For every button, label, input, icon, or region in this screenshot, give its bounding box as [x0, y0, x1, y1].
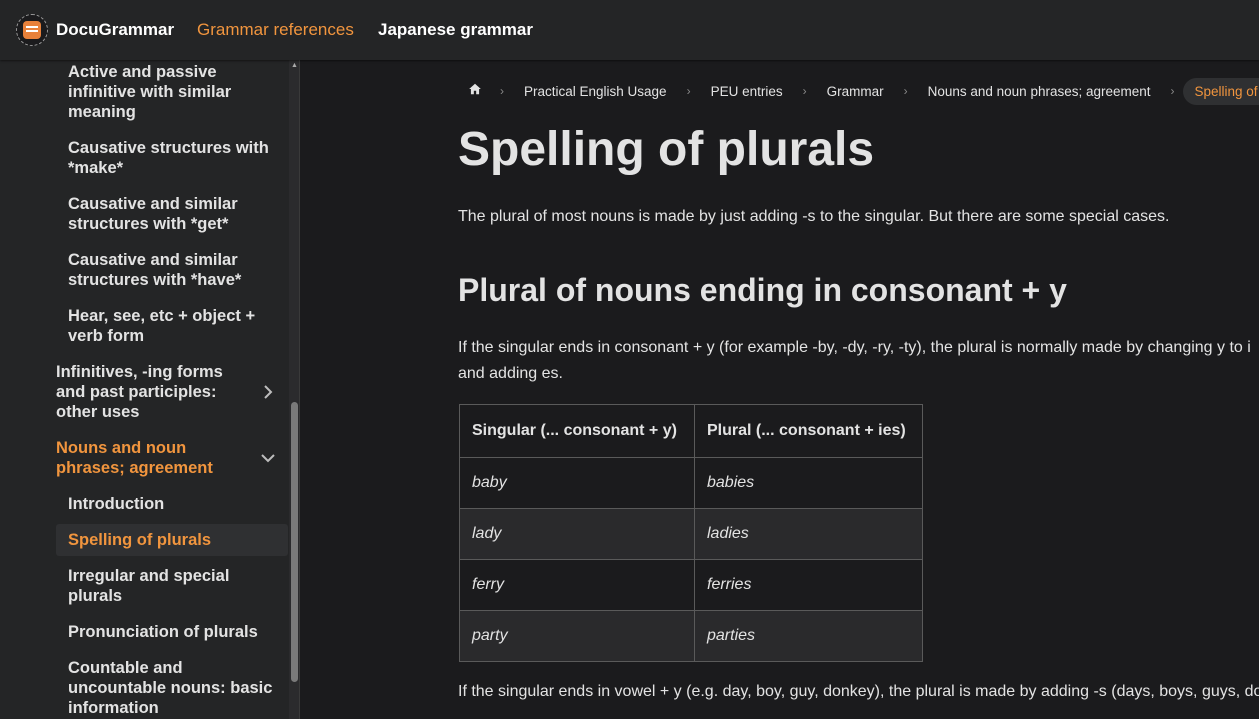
- sidebar-category-nouns[interactable]: Nouns and noun phrases; agreement: [56, 438, 246, 478]
- section-heading: Plural of nouns ending in consonant + y: [458, 272, 1067, 308]
- chevron-right-icon: ›: [686, 84, 691, 98]
- chevron-right-icon[interactable]: [256, 380, 280, 404]
- section-paragraph: If the singular ends in consonant + y (f…: [458, 339, 1251, 382]
- chevron-down-icon[interactable]: [256, 446, 280, 470]
- section-paragraph-vowel: If the singular ends in vowel + y (e.g. …: [458, 683, 1259, 700]
- table-cell: lady: [459, 508, 695, 560]
- sidebar-item-introduction[interactable]: Introduction: [68, 494, 273, 514]
- chevron-right-icon: ›: [500, 84, 504, 98]
- nav-link-grammar-references[interactable]: Grammar references: [197, 20, 354, 40]
- sidebar-scroll-thumb[interactable]: [291, 402, 298, 682]
- breadcrumb-item[interactable]: Nouns and noun phrases; agreement: [916, 84, 1163, 99]
- table-cell: baby: [459, 457, 695, 509]
- main-content: › Practical English Usage › PEU entries …: [300, 60, 1259, 719]
- table-header: Plural (... consonant + ies): [694, 404, 923, 458]
- table-cell: ferries: [694, 559, 923, 611]
- breadcrumb-item[interactable]: Grammar: [815, 84, 896, 99]
- sidebar-item-causative-make[interactable]: Causative structures with *make*: [68, 138, 273, 178]
- top-navbar: DocuGrammar Grammar references Japanese …: [0, 0, 1259, 60]
- table-cell: party: [459, 610, 695, 662]
- table-cell: ladies: [694, 508, 923, 560]
- table-row: party parties: [459, 610, 923, 662]
- home-icon[interactable]: [458, 82, 492, 100]
- table-header: Singular (... consonant + y): [459, 404, 695, 458]
- sidebar-item-causative-have[interactable]: Causative and similar structures with *h…: [68, 250, 273, 290]
- page-title: Spelling of plurals: [458, 123, 875, 176]
- logo-icon[interactable]: [16, 14, 48, 46]
- sidebar-item-active-passive-infinitive[interactable]: Active and passive infinitive with simil…: [68, 62, 273, 122]
- sidebar-category-infinitives[interactable]: Infinitives, -ing forms and past partici…: [56, 362, 246, 422]
- sidebar-item-countable-uncountable[interactable]: Countable and uncountable nouns: basic i…: [68, 658, 273, 718]
- table-row: ferry ferries: [459, 559, 923, 611]
- sidebar-item-pronunciation-plurals[interactable]: Pronunciation of plurals: [68, 622, 273, 642]
- table-cell: babies: [694, 457, 923, 509]
- chevron-right-icon: ›: [802, 84, 807, 98]
- chevron-right-icon: ›: [903, 84, 908, 98]
- plurals-table: Singular (... consonant + y) Plural (...…: [459, 404, 923, 662]
- sidebar-item-hear-see[interactable]: Hear, see, etc + object + verb form: [68, 306, 273, 346]
- sidebar-item-spelling-of-plurals[interactable]: Spelling of plurals: [68, 530, 273, 550]
- sidebar-item-irregular-plurals[interactable]: Irregular and special plurals: [68, 566, 273, 606]
- table-row: lady ladies: [459, 508, 923, 560]
- scroll-up-icon[interactable]: ▲: [291, 62, 298, 69]
- sidebar: Active and passive infinitive with simil…: [0, 60, 300, 719]
- table-cell: ferry: [459, 559, 695, 611]
- breadcrumb-item[interactable]: PEU entries: [699, 84, 795, 99]
- sidebar-item-causative-get[interactable]: Causative and similar structures with *g…: [68, 194, 273, 234]
- table-cell: parties: [694, 610, 923, 662]
- nav-link-japanese-grammar[interactable]: Japanese grammar: [378, 20, 533, 40]
- chevron-right-icon: ›: [1170, 84, 1175, 98]
- table-row: baby babies: [459, 457, 923, 509]
- breadcrumb: › Practical English Usage › PEU entries …: [458, 76, 1259, 106]
- intro-paragraph: The plural of most nouns is made by just…: [458, 208, 1170, 225]
- breadcrumb-item[interactable]: Practical English Usage: [512, 84, 679, 99]
- breadcrumb-current: Spelling of plurals: [1182, 77, 1259, 105]
- brand-title[interactable]: DocuGrammar: [56, 20, 174, 40]
